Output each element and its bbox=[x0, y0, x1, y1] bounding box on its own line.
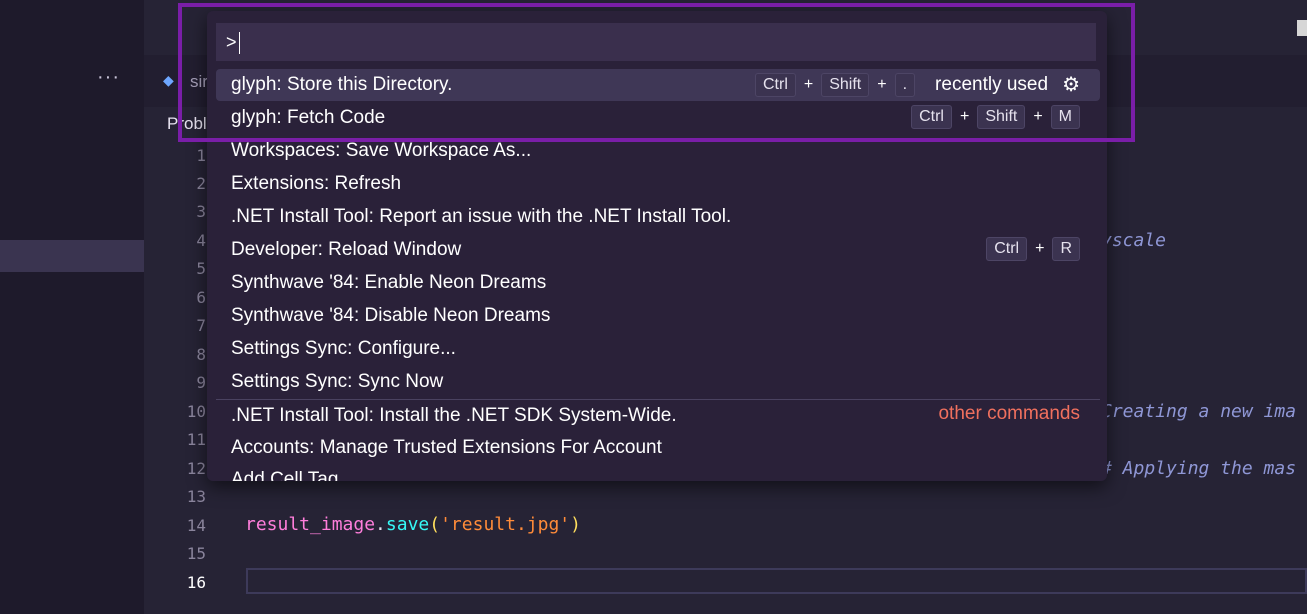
command-palette-input[interactable]: > bbox=[216, 23, 1096, 61]
command-item-label: Extensions: Refresh bbox=[231, 173, 402, 194]
command-item-label: glyph: Fetch Code bbox=[231, 107, 386, 128]
key-cap: Shift bbox=[977, 105, 1026, 129]
text-caret bbox=[238, 32, 240, 55]
code-token: save bbox=[385, 514, 430, 535]
line-number: 6 bbox=[196, 288, 206, 307]
command-item-store-directory[interactable]: glyph: Store this Directory. Ctrl + Shif… bbox=[216, 69, 1100, 101]
command-item-fetch-code[interactable]: glyph: Fetch Code Ctrl + Shift + M bbox=[216, 102, 1100, 134]
command-item[interactable]: Synthwave '84: Disable Neon Dreams bbox=[216, 300, 1100, 332]
code-token: 'result.jpg' bbox=[440, 514, 571, 535]
line-number: 12 bbox=[186, 459, 206, 478]
command-item-label: Settings Sync: Sync Now bbox=[231, 371, 444, 392]
command-item[interactable]: Add Cell Tag bbox=[216, 464, 1100, 481]
code-token: . bbox=[375, 514, 386, 535]
line-number-active: 16 bbox=[186, 573, 206, 592]
command-item[interactable]: Settings Sync: Sync Now bbox=[216, 366, 1100, 398]
recently-used-badge: recently used bbox=[935, 73, 1049, 95]
python-icon: ◆ bbox=[163, 72, 174, 88]
command-item-label: Synthwave '84: Disable Neon Dreams bbox=[231, 305, 551, 326]
command-item[interactable]: .NET Install Tool: Report an issue with … bbox=[216, 201, 1100, 233]
command-palette: > glyph: Store this Directory. Ctrl + Sh… bbox=[207, 11, 1107, 481]
code-line-14[interactable]: result_image.save('result.jpg') bbox=[245, 514, 581, 535]
line-number: 8 bbox=[196, 345, 206, 364]
key-cap: Ctrl bbox=[986, 237, 1028, 261]
line-number: 15 bbox=[186, 544, 206, 563]
command-item-label: Add Cell Tag bbox=[231, 469, 339, 481]
command-item-label: .NET Install Tool: Report an issue with … bbox=[231, 206, 732, 227]
editor-tab-label[interactable]: sir bbox=[190, 72, 208, 92]
key-cap: Ctrl bbox=[755, 72, 796, 97]
command-item[interactable]: Accounts: Manage Trusted Extensions For … bbox=[216, 432, 1100, 464]
command-item-label: Settings Sync: Configure... bbox=[231, 338, 456, 359]
key-separator: + bbox=[1035, 240, 1045, 257]
code-line-12[interactable]: # Applying the mas bbox=[1101, 458, 1296, 479]
current-line-highlight[interactable] bbox=[246, 568, 1307, 594]
line-number: 7 bbox=[196, 316, 206, 335]
other-commands-label: other commands bbox=[938, 403, 1080, 424]
key-separator: + bbox=[959, 108, 970, 125]
line-number: 5 bbox=[196, 259, 206, 278]
command-item[interactable]: Workspaces: Save Workspace As... bbox=[216, 135, 1100, 167]
command-item[interactable]: Extensions: Refresh bbox=[216, 168, 1100, 200]
command-item-label: glyph: Store this Directory. bbox=[231, 74, 453, 95]
key-cap: . bbox=[894, 72, 916, 97]
command-item-label: .NET Install Tool: Install the .NET SDK … bbox=[231, 405, 677, 426]
line-number: 13 bbox=[186, 487, 206, 506]
command-item[interactable]: Settings Sync: Configure... bbox=[216, 333, 1100, 365]
code-token: ( bbox=[429, 514, 441, 535]
command-palette-input-value: > bbox=[226, 32, 237, 52]
group-label: other commands bbox=[938, 403, 1080, 425]
keybinding: Ctrl + R bbox=[986, 237, 1080, 261]
command-item-label: Accounts: Manage Trusted Extensions For … bbox=[231, 437, 662, 458]
key-separator: + bbox=[877, 75, 887, 93]
line-number: 3 bbox=[196, 202, 206, 221]
line-number: 1 bbox=[196, 146, 206, 165]
code-token: result_image bbox=[245, 514, 376, 535]
more-actions-icon[interactable]: ··· bbox=[97, 66, 120, 89]
key-cap: Shift bbox=[821, 72, 870, 97]
key-cap: R bbox=[1052, 237, 1080, 261]
activity-bar bbox=[0, 0, 144, 614]
command-item-label: Developer: Reload Window bbox=[231, 239, 462, 260]
key-cap: Ctrl bbox=[911, 105, 952, 129]
command-item[interactable]: .NET Install Tool: Install the .NET SDK … bbox=[216, 400, 1100, 432]
window-control-icon[interactable] bbox=[1297, 20, 1307, 36]
key-separator: + bbox=[1033, 108, 1043, 125]
code-token: ) bbox=[570, 514, 581, 535]
line-number: 9 bbox=[196, 373, 206, 392]
explorer-selected-row[interactable] bbox=[0, 240, 144, 272]
command-item[interactable]: Synthwave '84: Enable Neon Dreams bbox=[216, 267, 1100, 299]
line-number: 2 bbox=[196, 174, 206, 193]
command-item-label: Synthwave '84: Enable Neon Dreams bbox=[231, 272, 547, 293]
gear-icon[interactable]: ⚙ bbox=[1062, 72, 1080, 97]
command-item-reload-window[interactable]: Developer: Reload Window Ctrl + R bbox=[216, 234, 1100, 266]
line-number: 11 bbox=[186, 430, 206, 449]
code-line-10[interactable]: Creating a new ima bbox=[1101, 401, 1296, 422]
keybinding: Ctrl + Shift + . recently used ⚙ bbox=[755, 72, 1080, 97]
key-separator: + bbox=[803, 75, 814, 93]
key-cap: M bbox=[1050, 105, 1080, 129]
code-line-4[interactable]: yscale bbox=[1101, 230, 1166, 251]
command-item-label: Workspaces: Save Workspace As... bbox=[231, 140, 532, 161]
keybinding: Ctrl + Shift + M bbox=[911, 105, 1080, 129]
line-number: 4 bbox=[196, 231, 206, 250]
line-number: 14 bbox=[186, 516, 206, 535]
line-number: 10 bbox=[186, 402, 206, 421]
